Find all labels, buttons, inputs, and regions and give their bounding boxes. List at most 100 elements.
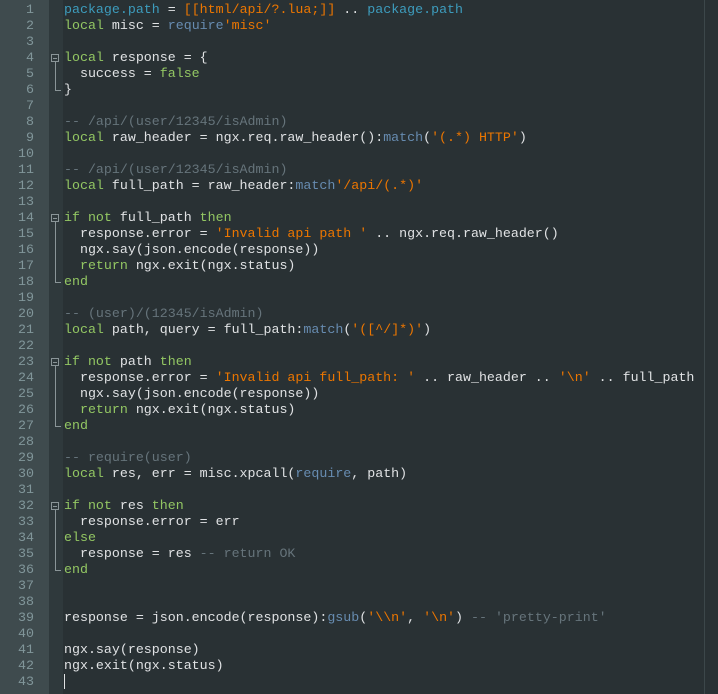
token-id: ngx.say(json.encode(response)) [64, 386, 320, 401]
token-kw: false [159, 66, 200, 81]
line-number: 30 [18, 466, 34, 481]
code-line[interactable]: ngx.say(json.encode(response)) [64, 242, 319, 258]
fold-collapse-icon[interactable] [51, 502, 59, 510]
line-number: 18 [18, 274, 34, 289]
line-number: 5 [26, 66, 34, 81]
code-line[interactable]: response.error = err [64, 514, 240, 530]
line-number: 13 [18, 194, 34, 209]
code-line[interactable]: return ngx.exit(ngx.status) [64, 402, 295, 418]
line-number: 41 [18, 642, 34, 657]
line-number: 43 [18, 674, 34, 689]
code-line[interactable]: if not full_path then [64, 210, 232, 226]
fold-line [55, 62, 56, 90]
token-kw: local [64, 50, 104, 65]
code-line[interactable]: ngx.say(response) [64, 642, 200, 658]
token-lib: package.path [367, 2, 464, 17]
code-line[interactable]: -- /api/(user/12345/isAdmin) [64, 162, 287, 178]
line-number: 2 [26, 18, 34, 33]
line-number: 20 [18, 306, 34, 321]
token-id: response = res [64, 546, 200, 561]
token-str: '(.*) HTTP' [431, 130, 519, 145]
token-id: .. raw_header .. [415, 370, 559, 385]
code-line[interactable]: if not res then [64, 498, 184, 514]
code-line[interactable]: local full_path = raw_header:match'/api/… [64, 178, 423, 194]
code-line[interactable]: package.path = [[html/api/?.lua;]] .. pa… [64, 2, 463, 18]
token-fn: require [295, 466, 352, 481]
token-id: response = { [103, 50, 208, 65]
edge-column-guide [704, 0, 705, 694]
token-id: = [159, 2, 184, 17]
code-line[interactable]: -- (user)/(12345/isAdmin) [64, 306, 264, 322]
line-number: 25 [18, 386, 34, 401]
line-number: 17 [18, 258, 34, 273]
token-kw: return [64, 258, 128, 273]
token-id: full_path = raw_header: [103, 178, 296, 193]
token-fn: match [303, 322, 344, 337]
code-line[interactable]: } [64, 82, 72, 98]
line-number: 34 [18, 530, 34, 545]
token-fn: match [383, 130, 424, 145]
fold-collapse-icon[interactable] [51, 54, 59, 62]
line-number: 42 [18, 658, 34, 673]
token-str: '\n' [423, 610, 456, 625]
token-str: '/api/(.*)' [335, 178, 424, 193]
token-id: ngx.say(response) [64, 642, 200, 657]
code-line[interactable]: else [64, 530, 96, 546]
line-number: 1 [26, 2, 34, 17]
token-str: '\\n' [367, 610, 408, 625]
token-kw: end [64, 418, 88, 433]
line-number: 31 [18, 482, 34, 497]
line-number: 28 [18, 434, 34, 449]
line-number: 8 [26, 114, 34, 129]
fold-end-marker [55, 570, 61, 571]
code-line[interactable]: if not path then [64, 354, 192, 370]
code-line[interactable]: -- require(user) [64, 450, 192, 466]
token-kw: local [64, 322, 104, 337]
token-id: path [111, 354, 160, 369]
fold-end-marker [55, 90, 61, 91]
code-line[interactable]: response.error = 'Invalid api path ' .. … [64, 226, 559, 242]
token-kw: local [64, 130, 104, 145]
code-line[interactable]: local path, query = full_path:match('([^… [64, 322, 431, 338]
line-number: 33 [18, 514, 34, 529]
token-kw: if not [64, 498, 112, 513]
token-cm: -- return OK [199, 546, 296, 561]
code-line[interactable]: local raw_header = ngx.req.raw_header():… [64, 130, 527, 146]
line-number: 10 [18, 146, 34, 161]
fold-collapse-icon[interactable] [51, 358, 59, 366]
code-line[interactable]: local res, err = misc.xpcall(require, pa… [64, 466, 407, 482]
code-line[interactable]: ngx.exit(ngx.status) [64, 658, 224, 674]
line-number: 32 [18, 498, 34, 513]
code-line[interactable]: success = false [64, 66, 200, 82]
code-line[interactable]: ngx.say(json.encode(response)) [64, 386, 319, 402]
line-number: 11 [18, 162, 34, 177]
code-line[interactable]: -- /api/(user/12345/isAdmin) [64, 114, 287, 130]
token-kw: then [159, 354, 192, 369]
code-line[interactable]: response = json.encode(response):gsub('\… [64, 610, 607, 626]
code-line[interactable]: return ngx.exit(ngx.status) [64, 258, 295, 274]
token-str: [[html/api/?.lua;]] [183, 2, 336, 17]
code-line[interactable]: end [64, 562, 88, 578]
line-number: 14 [18, 210, 34, 225]
token-kw: else [64, 530, 96, 545]
line-number: 4 [26, 50, 34, 65]
token-kw: end [64, 274, 88, 289]
token-kw: local [64, 178, 104, 193]
token-id: res [111, 498, 152, 513]
token-id: ) [423, 322, 432, 337]
token-kw: then [151, 498, 184, 513]
code-line[interactable]: end [64, 418, 88, 434]
code-line[interactable]: response.error = 'Invalid api full_path:… [64, 370, 694, 386]
line-number: 40 [18, 626, 34, 641]
code-line[interactable]: local response = { [64, 50, 208, 66]
fold-collapse-icon[interactable] [51, 214, 59, 222]
code-line[interactable]: response = res -- return OK [64, 546, 295, 562]
token-str: 'Invalid api path ' [215, 226, 368, 241]
token-id: .. full_path [590, 370, 695, 385]
code-line[interactable]: end [64, 274, 88, 290]
code-line[interactable]: local misc = require'misc' [64, 18, 272, 34]
token-id: ) [518, 130, 527, 145]
token-fn: match [295, 178, 336, 193]
line-number: 27 [18, 418, 34, 433]
fold-line [55, 366, 56, 426]
